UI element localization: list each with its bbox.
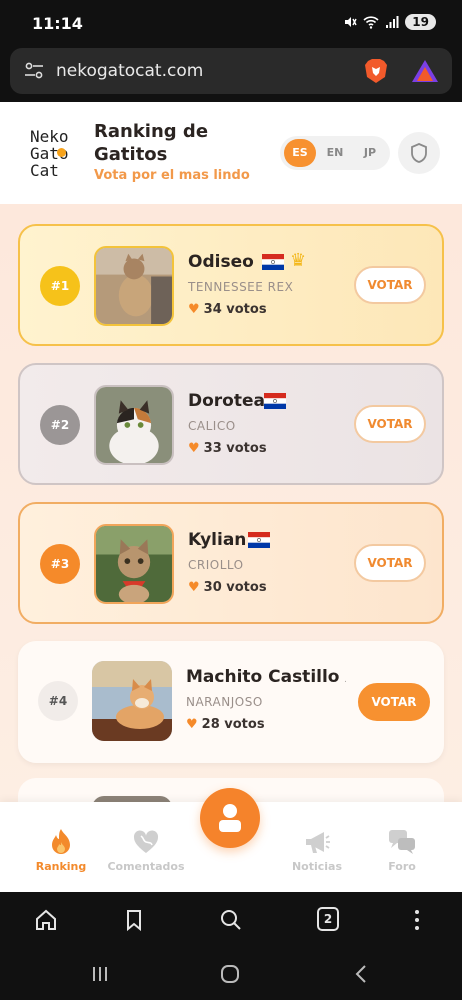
cat-photo-image	[96, 387, 172, 463]
nav-ranking[interactable]: Ranking	[16, 828, 106, 873]
cat-breed: CALICO	[188, 419, 236, 433]
vote-button[interactable]: VOTAR	[354, 266, 426, 304]
cat-photo-image	[96, 526, 172, 602]
vote-count: ♥ 33 votos	[188, 441, 267, 456]
nav-noticias-label: Noticias	[291, 860, 343, 873]
ranking-card-2: #2 Dorotea CALICO ♥ 33 votos VOTAR	[18, 363, 444, 485]
status-icons: 19	[343, 14, 436, 30]
logo-paw-dot	[57, 148, 66, 157]
mute-icon	[345, 17, 357, 27]
nav-noticias[interactable]: Noticias	[272, 828, 362, 873]
home-button-icon[interactable]	[220, 964, 240, 984]
browser-toolbar: nekogatocat.com	[0, 48, 462, 102]
app-header: Neko Gato Cat Ranking de Gatitos Vota po…	[0, 102, 462, 204]
paraguay-flag-icon	[264, 393, 286, 409]
nav-comentados-label: Comentados	[107, 860, 185, 873]
cat-breed: TENNESSEE REX	[188, 280, 294, 294]
cat-breed: CRIOLLO	[188, 558, 244, 572]
language-switcher: ES EN JP	[280, 136, 390, 170]
brave-rewards-icon[interactable]	[410, 57, 440, 85]
flame-icon	[52, 829, 70, 854]
ranking-list: #1 Odiseo ♛ TENNESSEE REX ♥ 34 votos VOTA…	[0, 204, 462, 892]
paraguay-flag-icon	[262, 254, 284, 270]
url-text[interactable]: nekogatocat.com	[56, 61, 203, 81]
cat-photo[interactable]	[94, 246, 174, 326]
home-icon[interactable]	[34, 908, 58, 932]
site-logo[interactable]: Neko Gato Cat	[30, 128, 76, 179]
brave-shield-icon[interactable]	[362, 57, 390, 85]
cat-photo[interactable]	[94, 524, 174, 604]
recent-apps-icon[interactable]	[90, 964, 110, 984]
app-viewport: Neko Gato Cat Ranking de Gatitos Vota po…	[0, 102, 462, 892]
vote-count-text: 34 votos	[203, 302, 267, 317]
crown-icon: ♛	[290, 250, 307, 271]
bookmark-icon[interactable]	[122, 908, 146, 932]
vote-button[interactable]: VOTAR	[358, 683, 430, 721]
profile-icon	[219, 804, 241, 832]
page-title: Ranking de Gatitos	[94, 121, 209, 165]
browser-bottom-bar: 2	[0, 892, 462, 948]
battery-indicator: 19	[405, 14, 436, 30]
logo-line-3: Cat	[30, 161, 59, 180]
wifi-icon	[363, 16, 379, 29]
heart-icon: ♥	[188, 441, 200, 456]
status-time: 11:14	[32, 14, 83, 33]
vote-button[interactable]: VOTAR	[354, 405, 426, 443]
signal-icon	[386, 16, 399, 28]
rank-badge: #2	[40, 405, 80, 445]
heart-globe-icon	[133, 830, 159, 853]
rank-badge: #1	[40, 266, 80, 306]
cat-name[interactable]: Kylian	[188, 530, 246, 550]
chat-bubbles-icon	[389, 830, 415, 854]
megaphone-icon	[306, 832, 330, 853]
page-subtitle: Vota por el mas lindo	[94, 168, 250, 183]
cat-breed: NARANJOSO	[186, 695, 263, 709]
tabs-button[interactable]: 2	[317, 907, 339, 931]
cat-name[interactable]: Odiseo	[188, 252, 254, 272]
rank-badge: #4	[38, 681, 78, 721]
ranking-card-3: #3 Kylian CRIOLLO ♥ 30 votos VOTAR	[18, 502, 444, 624]
bottom-navigation: Ranking Comentados Noticias Foro	[0, 788, 462, 892]
paraguay-flag-icon	[248, 532, 270, 548]
logo-line-2: Gato	[30, 144, 69, 163]
heart-icon: ♥	[188, 302, 200, 317]
cat-photo-image	[92, 661, 172, 741]
site-settings-icon[interactable]	[24, 62, 44, 80]
vote-count: ♥ 30 votos	[188, 580, 267, 595]
cat-photo[interactable]	[92, 661, 172, 741]
admin-shield-button[interactable]	[398, 132, 440, 174]
lang-es-button[interactable]: ES	[284, 139, 316, 167]
shield-icon	[411, 143, 427, 163]
address-bar[interactable]: nekogatocat.com	[10, 48, 452, 94]
nav-foro-label: Foro	[388, 860, 416, 873]
rank-badge: #3	[40, 544, 80, 584]
vote-button[interactable]: VOTAR	[354, 544, 426, 582]
status-bar: 11:14 19	[0, 0, 462, 48]
logo-line-1: Neko	[30, 127, 69, 146]
profile-button[interactable]	[200, 788, 260, 848]
vote-count-text: 30 votos	[203, 580, 267, 595]
lang-jp-button[interactable]: JP	[354, 139, 386, 167]
cat-photo-image	[96, 248, 172, 324]
back-icon[interactable]	[352, 964, 372, 984]
heart-icon: ♥	[188, 580, 200, 595]
ranking-card-1: #1 Odiseo ♛ TENNESSEE REX ♥ 34 votos VOTA…	[18, 224, 444, 346]
vote-count-text: 33 votos	[203, 441, 267, 456]
cat-name[interactable]: Dorotea	[188, 391, 265, 411]
nav-foro[interactable]: Foro	[357, 828, 447, 873]
nav-comentados[interactable]: Comentados	[101, 828, 191, 873]
cat-photo[interactable]	[94, 385, 174, 465]
more-menu-icon[interactable]	[405, 908, 429, 932]
nav-ranking-label: Ranking	[35, 860, 87, 873]
vote-count: ♥ 34 votos	[188, 302, 267, 317]
ranking-card-4: #4 Machito Castillo Álv NARANJOSO ♥28 vo…	[18, 641, 444, 763]
lang-en-button[interactable]: EN	[319, 139, 351, 167]
vote-count: ♥ 28 votos	[186, 717, 265, 732]
vote-count-text: 28 votos	[201, 717, 265, 732]
system-navigation	[0, 948, 462, 1000]
heart-icon: ♥	[186, 717, 198, 732]
search-icon[interactable]	[219, 908, 243, 932]
cat-name[interactable]: Machito Castillo Álv	[186, 667, 346, 687]
